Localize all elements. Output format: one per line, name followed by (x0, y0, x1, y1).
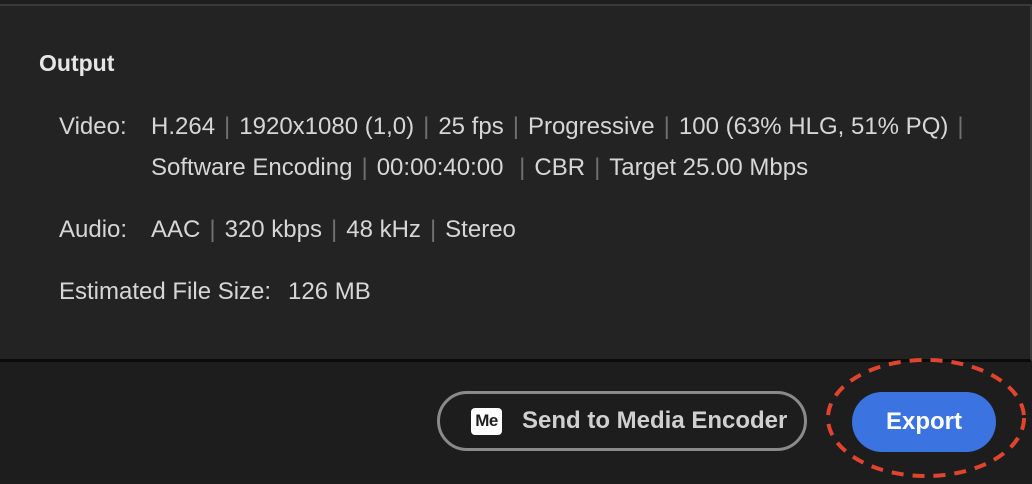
separator: | (957, 113, 964, 140)
separator: | (224, 113, 231, 140)
video-bitrate-mode: CBR (534, 154, 586, 181)
audio-codec: AAC (151, 216, 201, 243)
video-frame-rate: 25 fps (438, 113, 504, 140)
separator: | (512, 113, 519, 140)
output-section-title: Output (39, 50, 115, 76)
separator: | (331, 216, 338, 243)
separator: | (423, 113, 430, 140)
separator: | (361, 154, 368, 181)
video-label: Video: (59, 113, 127, 140)
audio-settings: AAC | 320 kbps | 48 kHz | Stereo (151, 216, 516, 244)
audio-label: Audio: (59, 216, 128, 243)
video-field-order: Progressive (527, 113, 655, 140)
separator: | (663, 113, 670, 140)
separator: | (209, 216, 216, 243)
send-to-media-encoder-button[interactable]: Me Send to Media Encoder (437, 391, 807, 451)
audio-channels: Stereo (445, 216, 516, 243)
file-size-value: 126 MB (288, 278, 371, 305)
video-quality: 100 (63% HLG, 51% PQ) (678, 113, 949, 140)
video-settings-line-1: H.264 | 1920x1080 (1,0) | 25 fps | Progressive… (151, 113, 973, 141)
output-summary-panel: Output Video: H.264 | 1920x1080 (1,0) | 25 f… (0, 4, 1032, 362)
export-dialog: Output Video: H.264 | 1920x1080 (1,0) | 25 f… (0, 0, 1032, 484)
file-size-label: Estimated File Size: (59, 278, 272, 305)
video-target-bitrate: Target 25.00 Mbps (609, 154, 809, 181)
export-button-label: Export (885, 408, 962, 435)
video-encoding-mode: Software Encoding (151, 154, 353, 181)
separator: | (519, 154, 526, 181)
video-settings-line-2: Software Encoding | 00:00:40:00 | CBR | Targe… (151, 154, 808, 182)
audio-bitrate: 320 kbps (224, 216, 322, 243)
separator: | (594, 154, 601, 181)
send-to-media-encoder-label: Send to Media Encoder (522, 407, 788, 434)
video-duration: 00:00:40:00 (376, 154, 511, 181)
separator: | (429, 216, 437, 243)
audio-sample-rate: 48 kHz (346, 216, 421, 243)
video-resolution: 1920x1080 (1,0) (239, 113, 415, 140)
export-button[interactable]: Export (852, 392, 996, 452)
video-codec: H.264 (151, 113, 216, 140)
media-encoder-icon: Me (471, 407, 502, 435)
